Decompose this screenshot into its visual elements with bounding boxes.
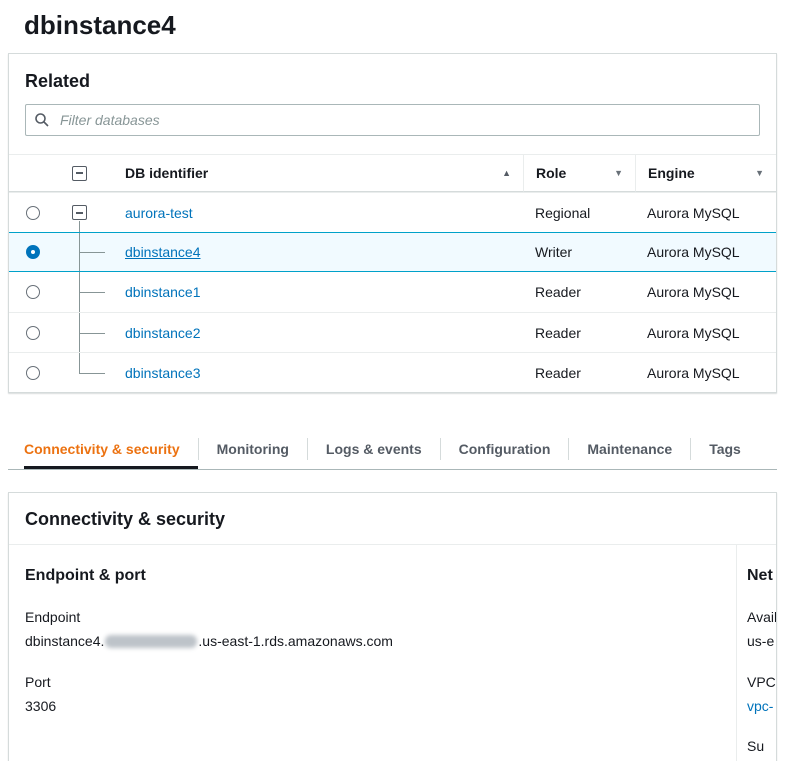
tab-configuration[interactable]: Configuration [441,429,569,469]
related-table: DB identifier ▲ Role ▼ Engine ▼ [9,154,776,392]
tab-monitoring[interactable]: Monitoring [199,429,307,469]
availability-zone-value: us-e [747,632,777,652]
detail-tabs: Connectivity & security Monitoring Logs … [8,429,777,470]
filter-databases-input[interactable] [58,111,751,129]
db-identifier-link[interactable]: dbinstance4 [125,244,201,260]
tab-maintenance[interactable]: Maintenance [569,429,690,469]
engine-cell: Aurora MySQL [635,312,776,352]
row-radio[interactable] [26,326,40,340]
table-row[interactable]: dbinstance1 Reader Aurora MySQL [9,272,776,312]
connectivity-security-card: Connectivity & security Endpoint & port … [8,492,777,761]
endpoint-port-section: Endpoint & port Endpoint dbinstance4..us… [9,545,737,761]
collapse-all-toggle[interactable] [72,166,87,181]
db-identifier-link[interactable]: dbinstance3 [125,365,201,381]
collapse-row-toggle[interactable] [72,205,87,220]
tab-tags[interactable]: Tags [691,429,759,469]
table-row[interactable]: aurora-test Regional Aurora MySQL [9,192,776,232]
vpc-link[interactable]: vpc- [747,698,773,714]
role-cell: Reader [523,352,635,392]
endpoint-port-heading: Endpoint & port [25,567,716,585]
minus-icon [76,172,83,174]
engine-filter-dropdown-icon[interactable]: ▼ [755,168,764,178]
tab-logs-events[interactable]: Logs & events [308,429,440,469]
table-row[interactable]: dbinstance3 Reader Aurora MySQL [9,352,776,392]
column-header-engine[interactable]: Engine [648,165,695,181]
page-title: dbinstance4 [24,10,785,41]
endpoint-label: Endpoint [25,609,716,625]
endpoint-value: dbinstance4..us-east-1.rds.amazonaws.com [25,632,716,652]
db-identifier-link[interactable]: dbinstance1 [125,284,201,300]
table-row[interactable]: dbinstance2 Reader Aurora MySQL [9,312,776,352]
tab-connectivity-security[interactable]: Connectivity & security [24,429,198,469]
db-identifier-link[interactable]: aurora-test [125,205,193,221]
port-value: 3306 [25,697,716,717]
db-identifier-link[interactable]: dbinstance2 [125,325,201,341]
availability-zone-label: Avail [747,609,777,625]
engine-cell: Aurora MySQL [635,272,776,312]
role-cell: Reader [523,312,635,352]
networking-heading: Net [747,567,777,585]
subnet-label: Su [747,738,777,754]
engine-cell: Aurora MySQL [635,232,776,272]
role-filter-dropdown-icon[interactable]: ▼ [614,168,623,178]
row-radio[interactable] [26,285,40,299]
filter-databases-box[interactable] [25,104,760,136]
related-card: Related [8,53,777,393]
column-header-role[interactable]: Role [536,165,566,181]
vpc-label: VPC [747,674,777,690]
redacted-endpoint-segment [105,635,197,648]
search-icon [34,112,50,128]
role-cell: Regional [523,192,635,232]
sort-ascending-icon[interactable]: ▲ [502,168,511,178]
minus-icon [76,212,83,214]
connectivity-security-heading: Connectivity & security [25,509,760,530]
row-radio-selected[interactable] [26,245,40,259]
radio-column-header [9,154,57,192]
table-row-selected[interactable]: dbinstance4 Writer Aurora MySQL [9,232,776,272]
port-label: Port [25,674,716,690]
table-header-row: DB identifier ▲ Role ▼ Engine ▼ [9,154,776,192]
role-cell: Writer [523,232,635,272]
related-heading: Related [25,71,760,92]
engine-cell: Aurora MySQL [635,352,776,392]
rds-instance-page: dbinstance4 Related [0,0,785,761]
column-header-db-identifier[interactable]: DB identifier [125,165,208,181]
role-cell: Reader [523,272,635,312]
row-radio[interactable] [26,206,40,220]
row-radio[interactable] [26,366,40,380]
engine-cell: Aurora MySQL [635,192,776,232]
networking-section-clipped: Net Avail us-e VPC vpc- Su [737,545,777,761]
